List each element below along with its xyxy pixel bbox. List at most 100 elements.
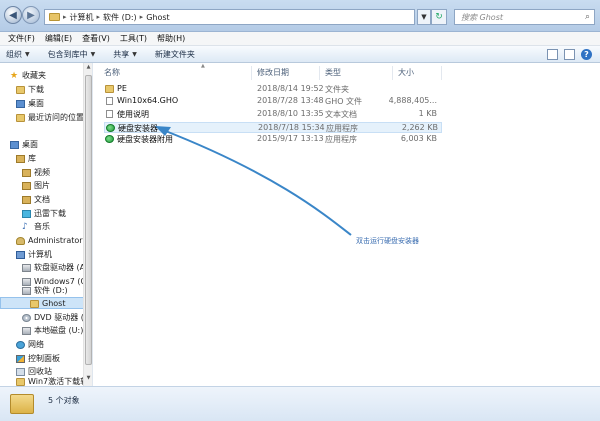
nav-control-panel[interactable]: 控制面板 — [16, 353, 60, 364]
nav-desktop-favorite[interactable]: 桌面 — [16, 98, 44, 109]
menu-bar: 文件(F) 编辑(E) 查看(V) 工具(T) 帮助(H) — [0, 32, 600, 46]
chevron-down-icon: ▼ — [421, 13, 427, 21]
nav-label: 控制面板 — [28, 354, 60, 363]
nav-documents[interactable]: 文档 — [22, 194, 50, 205]
folder-icon — [10, 394, 34, 414]
nav-label: 下载 — [28, 85, 44, 94]
navigation-pane: ★ 收藏夹 下载 桌面 最近访问的位置 桌面 库 视频 图片 文档 迅雷下载 ♪ 音… — [0, 63, 93, 386]
nav-label: 迅雷下载 — [34, 209, 66, 218]
status-bar: 5 个对象 — [0, 386, 600, 421]
desktop-icon — [16, 99, 25, 108]
nav-label: 文档 — [34, 195, 50, 204]
nav-libraries[interactable]: 库 — [16, 153, 36, 164]
folder-icon — [49, 13, 60, 21]
address-history-button[interactable]: ▼ — [417, 9, 431, 25]
thunder-download-icon — [22, 209, 31, 218]
menu-edit[interactable]: 编辑(E) — [40, 33, 77, 44]
view-options-icon[interactable] — [547, 49, 558, 60]
help-icon[interactable]: ? — [581, 49, 592, 60]
nav-label: 图片 — [34, 181, 50, 190]
dvd-drive-icon — [22, 313, 31, 322]
computer-icon — [16, 250, 25, 259]
forward-button[interactable]: ▶ — [22, 6, 40, 24]
chevron-down-icon: ▼ — [90, 50, 96, 58]
nav-label: 桌面 — [28, 99, 44, 108]
recent-places-icon — [16, 113, 25, 122]
library-icon — [16, 154, 25, 163]
nav-administrator[interactable]: Administrator — [16, 235, 83, 246]
new-folder-button[interactable]: 新建文件夹 — [155, 49, 195, 60]
nav-recent-places[interactable]: 最近访问的位置 — [16, 112, 84, 123]
search-placeholder: 搜索 Ghost — [461, 12, 504, 22]
scroll-up-icon[interactable]: ▲ — [85, 64, 92, 72]
arrow-right-icon: ▶ — [27, 9, 35, 21]
scroll-thumb[interactable] — [85, 75, 92, 365]
back-button[interactable]: ◀ — [4, 6, 22, 24]
nav-downloads[interactable]: 下载 — [16, 84, 44, 95]
search-input[interactable]: 搜索 Ghost ⌕ — [454, 9, 595, 25]
nav-scrollbar[interactable]: ▲ ▼ — [83, 63, 92, 386]
star-icon: ★ — [10, 70, 19, 81]
share-button[interactable]: 共享 ▼ — [113, 49, 137, 60]
command-bar: 组织 ▼ 包含到库中 ▼ 共享 ▼ 新建文件夹 ? — [0, 46, 600, 63]
menu-file[interactable]: 文件(F) — [3, 33, 40, 44]
chevron-down-icon: ▼ — [25, 50, 30, 58]
recycle-bin-icon — [16, 367, 25, 376]
video-library-icon — [22, 168, 31, 177]
nav-win7-activation[interactable]: Win7激活下载软 — [16, 376, 88, 386]
include-label: 包含到库中 — [47, 49, 88, 59]
menu-view[interactable]: 查看(V) — [77, 33, 115, 44]
organize-button[interactable]: 组织 ▼ — [6, 49, 30, 60]
nav-computer[interactable]: 计算机 — [16, 249, 52, 260]
search-icon[interactable]: ⌕ — [585, 12, 590, 22]
title-bar: ◀ ▶ ▸ 计算机 ▸ 软件 (D:) ▸ Ghost ▼ ↻ 搜索 Ghost… — [0, 0, 600, 32]
nav-local-disk[interactable]: 本地磁盘 (U:) — [22, 325, 83, 336]
download-folder-icon — [16, 85, 25, 94]
nav-label: 音乐 — [34, 222, 50, 231]
document-library-icon — [22, 195, 31, 204]
breadcrumb-ghost[interactable]: Ghost — [146, 13, 169, 22]
nav-favorites[interactable]: ★ 收藏夹 — [10, 70, 46, 81]
nav-label: 桌面 — [22, 140, 38, 149]
include-in-library-button[interactable]: 包含到库中 ▼ — [48, 49, 96, 60]
chevron-right-icon: ▸ — [96, 13, 101, 21]
nav-dvd-drive[interactable]: DVD 驱动器 (F — [22, 312, 88, 323]
share-label: 共享 — [113, 49, 130, 59]
nav-pictures[interactable]: 图片 — [22, 180, 50, 191]
menu-help[interactable]: 帮助(H) — [152, 33, 190, 44]
nav-label: 软盘驱动器 (A: — [34, 263, 88, 272]
nav-ghost-folder[interactable]: Ghost — [30, 298, 65, 309]
nav-music[interactable]: ♪ 音乐 — [22, 221, 50, 232]
preview-pane-icon[interactable] — [564, 49, 575, 60]
folder-icon — [16, 377, 25, 386]
nav-thunder-downloads[interactable]: 迅雷下载 — [22, 208, 66, 219]
chevron-right-icon: ▸ — [139, 13, 144, 21]
nav-label: Administrator — [28, 236, 83, 245]
nav-floppy-drive[interactable]: 软盘驱动器 (A: — [22, 262, 88, 273]
menu-tools[interactable]: 工具(T) — [115, 33, 152, 44]
nav-videos[interactable]: 视频 — [22, 167, 50, 178]
scroll-down-icon[interactable]: ▼ — [85, 375, 92, 383]
nav-desktop[interactable]: 桌面 — [10, 139, 38, 150]
breadcrumb-software[interactable]: 软件 (D:) — [103, 12, 137, 23]
folder-icon — [30, 299, 39, 308]
nav-label: 软件 (D:) — [34, 286, 68, 295]
breadcrumb-computer[interactable]: 计算机 — [70, 12, 94, 23]
nav-label: 计算机 — [28, 250, 52, 259]
refresh-button[interactable]: ↻ — [431, 9, 447, 25]
picture-library-icon — [22, 181, 31, 190]
chevron-down-icon: ▼ — [132, 50, 137, 58]
nav-label: Win7激活下载软 — [28, 377, 89, 386]
nav-label: DVD 驱动器 (F — [34, 313, 89, 322]
nav-label: 收藏夹 — [22, 71, 46, 80]
nav-software-drive[interactable]: 软件 (D:) — [22, 285, 68, 296]
refresh-icon: ↻ — [435, 12, 443, 22]
nav-label: 视频 — [34, 168, 50, 177]
annotation-arrow-icon — [155, 126, 352, 236]
nav-network[interactable]: 网络 — [16, 339, 44, 350]
nav-label: 本地磁盘 (U:) — [34, 326, 84, 335]
address-bar[interactable]: ▸ 计算机 ▸ 软件 (D:) ▸ Ghost — [44, 9, 415, 25]
chevron-right-icon: ▸ — [63, 13, 67, 21]
control-panel-icon — [16, 354, 25, 363]
hard-drive-icon — [22, 286, 31, 295]
